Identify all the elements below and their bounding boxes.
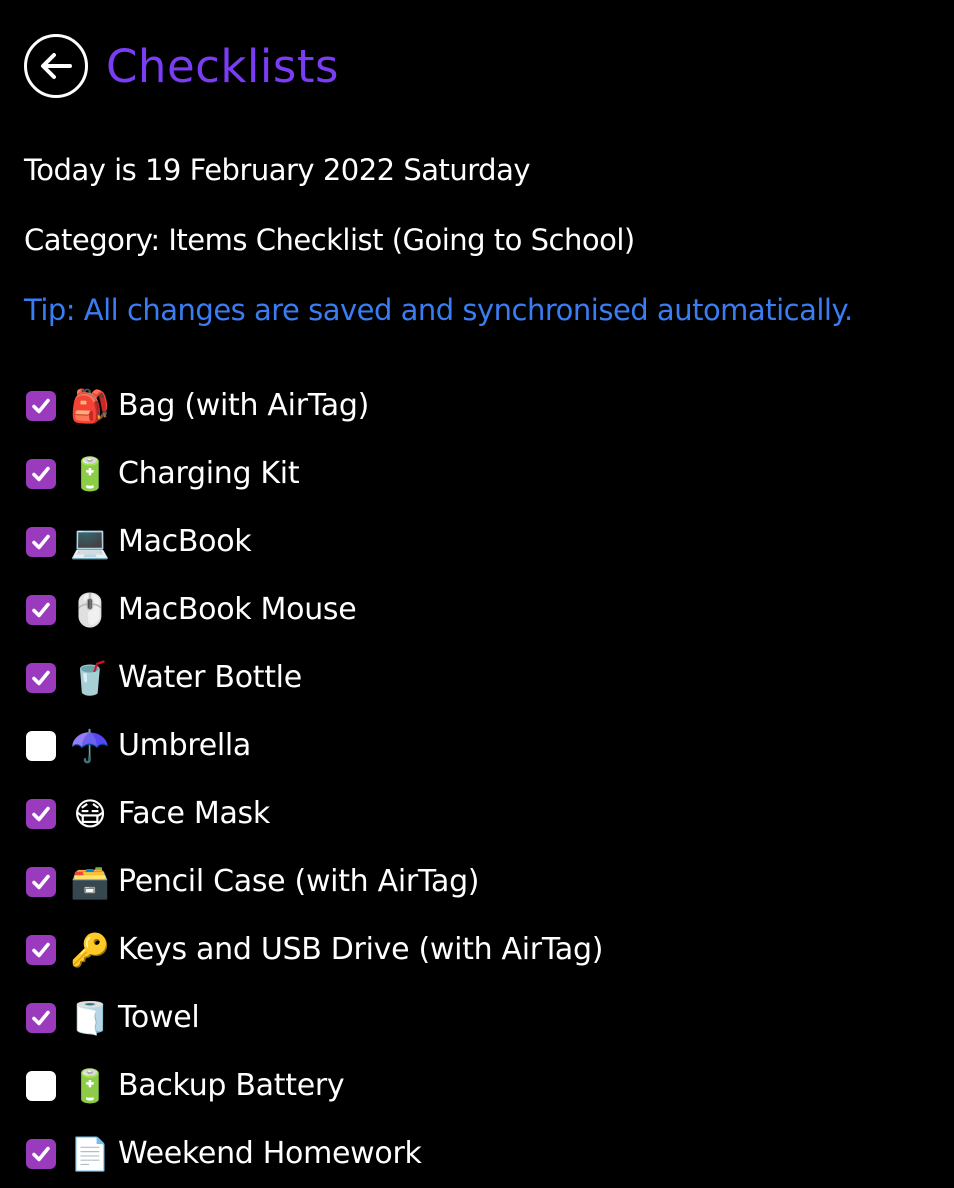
backpack-icon: 🎒 [70,387,110,425]
battery-icon: 🔋 [70,1067,110,1105]
paper-roll-icon: 🧻 [70,999,110,1037]
checklist-item[interactable]: 🎒 Bag (with AirTag) [26,372,603,440]
page-title: Checklists [106,39,339,93]
checkmark-icon [32,942,50,958]
mouse-icon: 🖱️ [70,591,110,629]
laptop-icon: 💻 [70,523,110,561]
item-label: Water Bottle [118,660,302,695]
item-label: Backup Battery [118,1068,345,1103]
item-label: MacBook [118,524,252,559]
item-checkbox[interactable] [26,731,56,761]
cup-with-straw-icon: 🥤 [70,659,110,697]
item-label: Bag (with AirTag) [118,388,370,423]
checklist: 🎒 Bag (with AirTag) 🔋 Charging Kit 💻 MacBook 🖱… [26,372,603,1188]
battery-icon: 🔋 [70,455,110,493]
checkmark-icon [32,806,50,822]
item-checkbox[interactable] [26,459,56,489]
item-checkbox[interactable] [26,1071,56,1101]
back-button[interactable] [24,34,88,98]
item-checkbox[interactable] [26,935,56,965]
umbrella-icon: ☂️ [70,727,110,765]
item-checkbox[interactable] [26,527,56,557]
checkmark-icon [32,534,50,550]
document-icon: 📄 [70,1135,110,1173]
checkmark-icon [32,1146,50,1162]
item-label: Weekend Homework [118,1136,422,1171]
item-label: MacBook Mouse [118,592,357,627]
checklist-item[interactable]: ☂️ Umbrella [26,712,603,780]
item-checkbox[interactable] [26,391,56,421]
checkmark-icon [32,602,50,618]
item-checkbox[interactable] [26,799,56,829]
category-text: Category: Items Checklist (Going to Scho… [24,223,635,257]
checklist-item[interactable]: 🔑 Keys and USB Drive (with AirTag) [26,916,603,984]
checkmark-icon [32,670,50,686]
item-checkbox[interactable] [26,663,56,693]
checklist-item[interactable]: 🔋 Charging Kit [26,440,603,508]
checklist-item[interactable]: 🔋 Backup Battery [26,1052,603,1120]
item-label: Umbrella [118,728,252,763]
checkmark-icon [32,398,50,414]
checklist-item[interactable]: 🧻 Towel [26,984,603,1052]
checklist-item[interactable]: 💻 MacBook [26,508,603,576]
checkmark-icon [32,874,50,890]
face-mask-icon: 😷 [73,795,107,833]
item-label: Keys and USB Drive (with AirTag) [118,932,604,967]
item-label: Towel [118,1000,200,1035]
item-checkbox[interactable] [26,1139,56,1169]
item-label: Face Mask [118,796,270,831]
key-icon: 🔑 [70,931,110,969]
header: Checklists [24,34,339,98]
checklist-item[interactable]: 🗃️ Pencil Case (with AirTag) [26,848,603,916]
date-text: Today is 19 February 2022 Saturday [24,153,531,187]
item-label: Pencil Case (with AirTag) [118,864,480,899]
item-checkbox[interactable] [26,867,56,897]
card-file-box-icon: 🗃️ [70,863,110,901]
checkmark-icon [32,1010,50,1026]
checklist-item[interactable]: 🥤 Water Bottle [26,644,603,712]
item-checkbox[interactable] [26,595,56,625]
checklist-item[interactable]: 😷 Face Mask [26,780,603,848]
item-checkbox[interactable] [26,1003,56,1033]
arrow-left-icon [41,53,72,79]
tip-text: Tip: All changes are saved and synchroni… [24,293,853,327]
checklist-item[interactable]: 📄 Weekend Homework [26,1120,603,1188]
item-label: Charging Kit [118,456,300,491]
checkmark-icon [32,466,50,482]
checklist-item[interactable]: 🖱️ MacBook Mouse [26,576,603,644]
